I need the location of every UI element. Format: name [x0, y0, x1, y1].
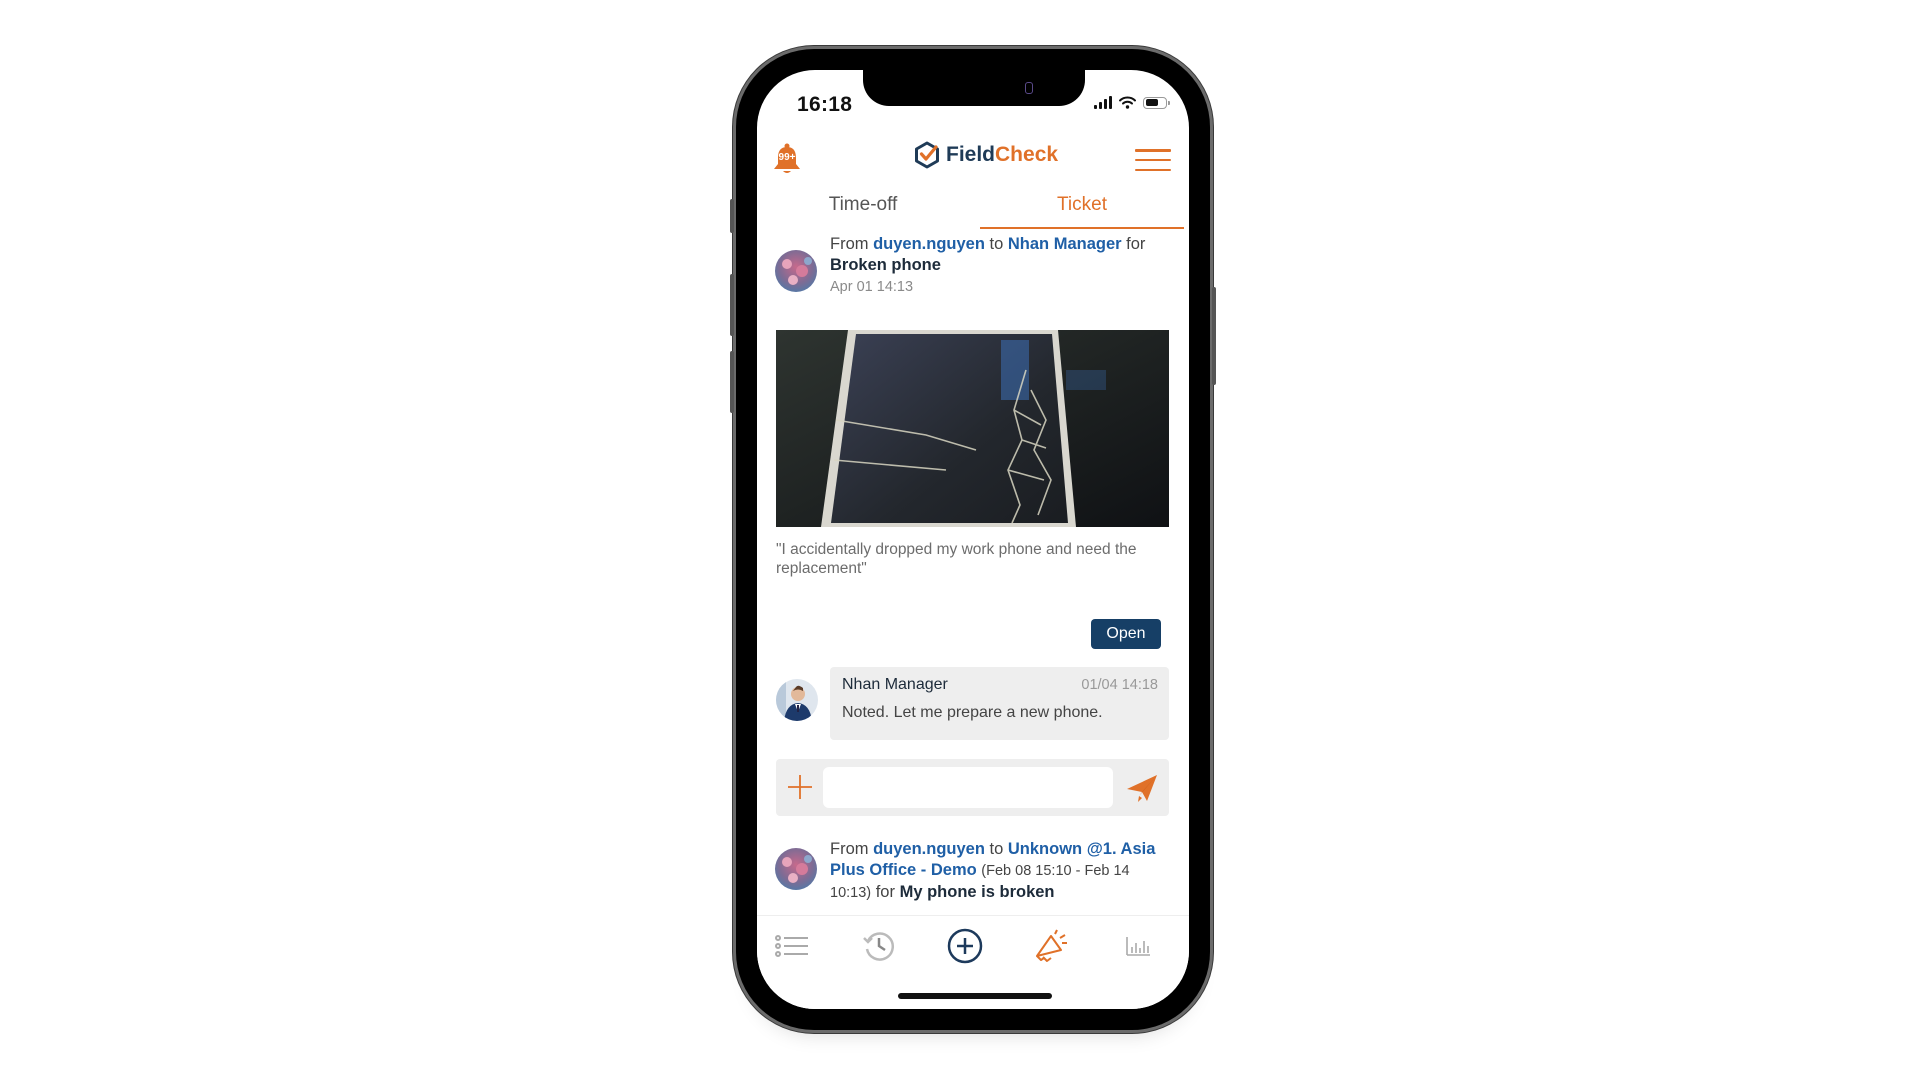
nav-list[interactable] [772, 926, 812, 966]
post-to-link[interactable]: Nhan Manager [1008, 235, 1122, 253]
photo-image [776, 330, 1169, 527]
avatar-image [776, 679, 818, 721]
fieldcheck-logo: FieldCheck [914, 141, 1058, 169]
megaphone-icon [1036, 929, 1067, 962]
post-from-link[interactable]: duyen.nguyen [873, 235, 985, 253]
avatar-duyen-nguyen[interactable] [775, 848, 817, 890]
avatar-nhan-manager[interactable] [776, 679, 818, 721]
signal-icon [1094, 96, 1112, 109]
ticket-feed: From duyen.nguyen to Nhan Manager for Br… [757, 230, 1189, 984]
post-from-link[interactable]: duyen.nguyen [873, 840, 985, 858]
status-time: 16:18 [797, 93, 853, 116]
volume-up-button [730, 274, 734, 336]
status-open-button[interactable]: Open [1091, 619, 1161, 649]
reply-input[interactable] [823, 767, 1113, 808]
post-prefix: From [830, 840, 869, 858]
volume-down-button [730, 351, 734, 413]
broken-phone-photo[interactable] [776, 330, 1169, 527]
nav-reports[interactable] [1118, 926, 1158, 966]
post-to-word: to [989, 840, 1004, 858]
post-date: Apr 01 14:13 [830, 279, 914, 295]
comment-text: Noted. Let me prepare a new phone. [842, 704, 1103, 721]
avatar-duyen-nguyen[interactable] [775, 250, 817, 292]
power-button [1212, 287, 1216, 385]
nav-announcements[interactable] [1031, 926, 1071, 966]
nav-add[interactable] [945, 926, 985, 966]
history-icon [863, 932, 895, 961]
home-indicator[interactable] [898, 993, 1052, 999]
reply-bar [776, 759, 1169, 816]
tab-bar: Time-off Ticket [757, 185, 1189, 229]
post-title: My phone is broken [899, 883, 1055, 901]
logo-text-field: Field [946, 143, 996, 166]
post-prefix: From [830, 235, 869, 253]
nav-history[interactable] [859, 926, 899, 966]
camera [1025, 82, 1033, 94]
post-quote: "I accidentally dropped my work phone an… [776, 541, 1137, 577]
send-icon[interactable] [1125, 772, 1159, 804]
post-header: From duyen.nguyen to Nhan Manager for Br… [830, 234, 1173, 298]
logo-icon [915, 141, 939, 169]
post-header: From duyen.nguyen to Unknown @1. Asia Pl… [830, 839, 1173, 904]
status-icons [1094, 96, 1170, 109]
wifi-icon [1119, 96, 1136, 109]
add-circle-icon [947, 928, 983, 964]
avatar-image [775, 250, 817, 292]
post-for-word: for [1126, 235, 1146, 253]
post-title: Broken phone [830, 256, 941, 274]
battery-icon [1143, 96, 1170, 109]
attach-plus-icon[interactable] [784, 771, 816, 803]
notifications-button[interactable]: 99+ [772, 143, 802, 177]
bar-chart-icon [1126, 937, 1150, 956]
notch [863, 70, 1085, 106]
avatar-image [775, 848, 817, 890]
tab-time-off[interactable]: Time-off [757, 185, 969, 227]
mute-switch [730, 199, 734, 233]
list-icon [775, 935, 808, 957]
post-for-word: for [875, 883, 895, 901]
hamburger-menu-icon[interactable] [1135, 149, 1171, 171]
comment-time: 01/04 14:18 [1081, 677, 1158, 693]
comment-bubble: Nhan Manager 01/04 14:18 Noted. Let me p… [830, 667, 1169, 740]
comment-author: Nhan Manager [842, 676, 948, 693]
logo-text-check: Check [995, 143, 1059, 166]
phone-screen: 16:18 99+ FieldCheck Time-off Ticket Fro… [757, 70, 1189, 1009]
notification-badge: 99+ [778, 152, 796, 163]
phone-frame: 16:18 99+ FieldCheck Time-off Ticket Fro… [730, 49, 1216, 1030]
tab-ticket[interactable]: Ticket [980, 185, 1184, 229]
post-to-word: to [989, 235, 1004, 253]
